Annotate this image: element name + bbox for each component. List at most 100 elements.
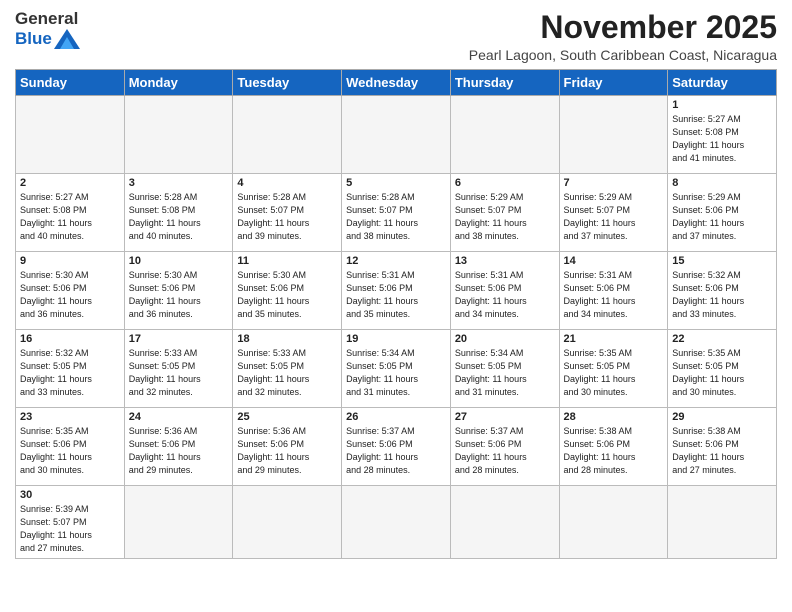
day-number: 16 <box>20 333 120 345</box>
day-number: 13 <box>455 255 555 267</box>
calendar-week-5: 23Sunrise: 5:35 AM Sunset: 5:06 PM Dayli… <box>16 408 777 486</box>
day-info: Sunrise: 5:30 AM Sunset: 5:06 PM Dayligh… <box>20 269 120 321</box>
calendar-cell: 17Sunrise: 5:33 AM Sunset: 5:05 PM Dayli… <box>124 330 233 408</box>
day-number: 10 <box>129 255 229 267</box>
calendar-cell: 26Sunrise: 5:37 AM Sunset: 5:06 PM Dayli… <box>342 408 451 486</box>
day-info: Sunrise: 5:35 AM Sunset: 5:05 PM Dayligh… <box>672 347 772 399</box>
day-info: Sunrise: 5:36 AM Sunset: 5:06 PM Dayligh… <box>129 425 229 477</box>
day-number: 19 <box>346 333 446 345</box>
day-number: 11 <box>237 255 337 267</box>
weekday-header-saturday: Saturday <box>668 70 777 96</box>
logo-icon <box>54 29 80 49</box>
weekday-header-tuesday: Tuesday <box>233 70 342 96</box>
day-info: Sunrise: 5:30 AM Sunset: 5:06 PM Dayligh… <box>129 269 229 321</box>
day-info: Sunrise: 5:29 AM Sunset: 5:07 PM Dayligh… <box>455 191 555 243</box>
weekday-header-wednesday: Wednesday <box>342 70 451 96</box>
calendar-cell: 4 Sunrise: 5:28 AM Sunset: 5:07 PM Daylig… <box>233 174 342 252</box>
calendar-cell <box>450 486 559 559</box>
calendar-cell <box>668 486 777 559</box>
day-info: Sunrise: 5:29 AM Sunset: 5:06 PM Dayligh… <box>672 191 772 243</box>
calendar-cell: 9Sunrise: 5:30 AM Sunset: 5:06 PM Daylig… <box>16 252 125 330</box>
day-info: Sunrise: 5:28 AM Sunset: 5:07 PM Dayligh… <box>237 191 337 243</box>
day-info: Sunrise: 5:34 AM Sunset: 5:05 PM Dayligh… <box>346 347 446 399</box>
calendar-cell: 1Sunrise: 5:27 AM Sunset: 5:08 PM Daylig… <box>668 96 777 174</box>
day-info: Sunrise: 5:38 AM Sunset: 5:06 PM Dayligh… <box>672 425 772 477</box>
day-number: 30 <box>20 489 120 501</box>
calendar-cell <box>342 486 451 559</box>
day-info: Sunrise: 5:31 AM Sunset: 5:06 PM Dayligh… <box>346 269 446 321</box>
day-number: 7 <box>564 177 664 189</box>
day-info: Sunrise: 5:33 AM Sunset: 5:05 PM Dayligh… <box>237 347 337 399</box>
calendar-cell: 14Sunrise: 5:31 AM Sunset: 5:06 PM Dayli… <box>559 252 668 330</box>
day-info: Sunrise: 5:30 AM Sunset: 5:06 PM Dayligh… <box>237 269 337 321</box>
day-number: 2 <box>20 177 120 189</box>
calendar-cell <box>342 96 451 174</box>
calendar-cell <box>559 96 668 174</box>
calendar-cell: 30 Sunrise: 5:39 AM Sunset: 5:07 PM Dayli… <box>16 486 125 559</box>
calendar-cell <box>233 96 342 174</box>
calendar-cell: 25 Sunrise: 5:36 AM Sunset: 5:06 PM Dayli… <box>233 408 342 486</box>
calendar-cell: 20 Sunrise: 5:34 AM Sunset: 5:05 PM Dayli… <box>450 330 559 408</box>
calendar-cell: 28Sunrise: 5:38 AM Sunset: 5:06 PM Dayli… <box>559 408 668 486</box>
day-number: 24 <box>129 411 229 423</box>
day-number: 27 <box>455 411 555 423</box>
calendar-cell <box>450 96 559 174</box>
calendar-week-4: 16 Sunrise: 5:32 AM Sunset: 5:05 PM Dayli… <box>16 330 777 408</box>
calendar-cell: 27 Sunrise: 5:37 AM Sunset: 5:06 PM Dayli… <box>450 408 559 486</box>
day-number: 12 <box>346 255 446 267</box>
day-number: 6 <box>455 177 555 189</box>
weekday-header-row: SundayMondayTuesdayWednesdayThursdayFrid… <box>16 70 777 96</box>
weekday-header-sunday: Sunday <box>16 70 125 96</box>
day-number: 15 <box>672 255 772 267</box>
calendar-cell: 7 Sunrise: 5:29 AM Sunset: 5:07 PM Daylig… <box>559 174 668 252</box>
calendar-cell: 13 Sunrise: 5:31 AM Sunset: 5:06 PM Dayli… <box>450 252 559 330</box>
calendar-cell: 15 Sunrise: 5:32 AM Sunset: 5:06 PM Dayli… <box>668 252 777 330</box>
calendar-cell: 19 Sunrise: 5:34 AM Sunset: 5:05 PM Dayli… <box>342 330 451 408</box>
day-number: 4 <box>237 177 337 189</box>
calendar-cell: 24 Sunrise: 5:36 AM Sunset: 5:06 PM Dayli… <box>124 408 233 486</box>
calendar-cell: 21 Sunrise: 5:35 AM Sunset: 5:05 PM Dayli… <box>559 330 668 408</box>
day-info: Sunrise: 5:35 AM Sunset: 5:05 PM Dayligh… <box>564 347 664 399</box>
calendar-cell: 8Sunrise: 5:29 AM Sunset: 5:06 PM Daylig… <box>668 174 777 252</box>
day-info: Sunrise: 5:34 AM Sunset: 5:05 PM Dayligh… <box>455 347 555 399</box>
day-info: Sunrise: 5:32 AM Sunset: 5:06 PM Dayligh… <box>672 269 772 321</box>
weekday-header-friday: Friday <box>559 70 668 96</box>
calendar-cell: 11 Sunrise: 5:30 AM Sunset: 5:06 PM Dayli… <box>233 252 342 330</box>
day-info: Sunrise: 5:29 AM Sunset: 5:07 PM Dayligh… <box>564 191 664 243</box>
weekday-header-thursday: Thursday <box>450 70 559 96</box>
day-number: 23 <box>20 411 120 423</box>
day-number: 18 <box>237 333 337 345</box>
calendar-cell <box>16 96 125 174</box>
day-info: Sunrise: 5:37 AM Sunset: 5:06 PM Dayligh… <box>455 425 555 477</box>
day-info: Sunrise: 5:37 AM Sunset: 5:06 PM Dayligh… <box>346 425 446 477</box>
day-number: 25 <box>237 411 337 423</box>
day-number: 22 <box>672 333 772 345</box>
day-number: 29 <box>672 411 772 423</box>
calendar-cell: 16 Sunrise: 5:32 AM Sunset: 5:05 PM Dayli… <box>16 330 125 408</box>
day-number: 21 <box>564 333 664 345</box>
title-area: November 2025 Pearl Lagoon, South Caribb… <box>469 10 777 63</box>
calendar-week-3: 9Sunrise: 5:30 AM Sunset: 5:06 PM Daylig… <box>16 252 777 330</box>
calendar-cell <box>124 96 233 174</box>
day-info: Sunrise: 5:31 AM Sunset: 5:06 PM Dayligh… <box>455 269 555 321</box>
calendar-week-2: 2Sunrise: 5:27 AM Sunset: 5:08 PM Daylig… <box>16 174 777 252</box>
weekday-header-monday: Monday <box>124 70 233 96</box>
day-info: Sunrise: 5:39 AM Sunset: 5:07 PM Dayligh… <box>20 503 120 555</box>
calendar-cell: 29 Sunrise: 5:38 AM Sunset: 5:06 PM Dayli… <box>668 408 777 486</box>
calendar-cell <box>233 486 342 559</box>
calendar-cell: 22 Sunrise: 5:35 AM Sunset: 5:05 PM Dayli… <box>668 330 777 408</box>
calendar: SundayMondayTuesdayWednesdayThursdayFrid… <box>15 69 777 559</box>
calendar-week-6: 30 Sunrise: 5:39 AM Sunset: 5:07 PM Dayli… <box>16 486 777 559</box>
logo: General Blue <box>15 10 80 49</box>
day-info: Sunrise: 5:32 AM Sunset: 5:05 PM Dayligh… <box>20 347 120 399</box>
calendar-cell: 5Sunrise: 5:28 AM Sunset: 5:07 PM Daylig… <box>342 174 451 252</box>
day-info: Sunrise: 5:28 AM Sunset: 5:07 PM Dayligh… <box>346 191 446 243</box>
day-number: 3 <box>129 177 229 189</box>
calendar-cell: 6 Sunrise: 5:29 AM Sunset: 5:07 PM Daylig… <box>450 174 559 252</box>
day-number: 20 <box>455 333 555 345</box>
calendar-week-1: 1Sunrise: 5:27 AM Sunset: 5:08 PM Daylig… <box>16 96 777 174</box>
location-title: Pearl Lagoon, South Caribbean Coast, Nic… <box>469 47 777 63</box>
month-title: November 2025 <box>469 10 777 45</box>
day-info: Sunrise: 5:36 AM Sunset: 5:06 PM Dayligh… <box>237 425 337 477</box>
logo-general: General <box>15 9 78 28</box>
